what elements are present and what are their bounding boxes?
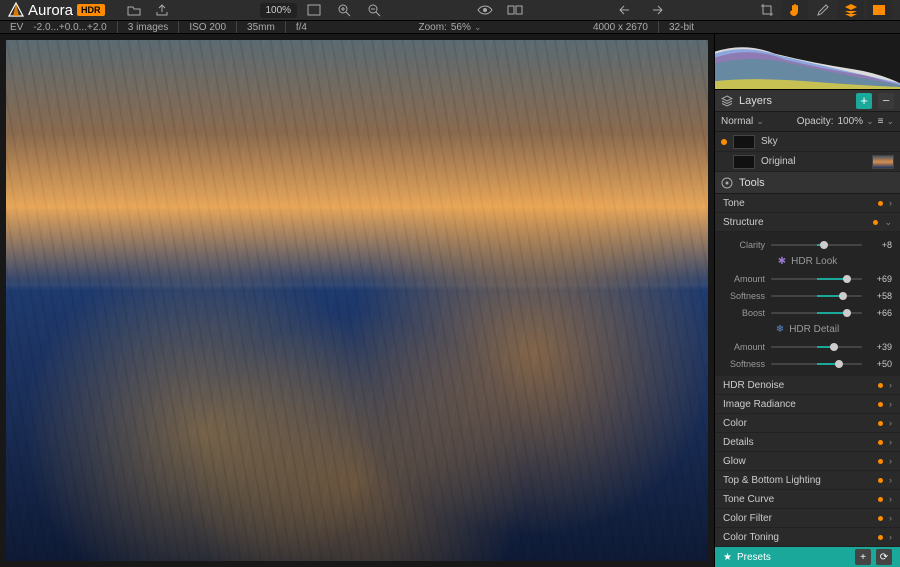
compare-button[interactable] (502, 0, 528, 20)
zoom-in-button[interactable] (331, 0, 357, 20)
undo-button[interactable] (613, 0, 639, 20)
hdr-detail-subheader: ❄HDR Detail (715, 321, 900, 338)
layer-thumb (733, 135, 755, 149)
hdr-look-boost-slider[interactable]: Boost +66 (715, 304, 900, 321)
bit-depth: 32-bit (669, 22, 694, 33)
ev-label: EV (10, 22, 23, 33)
presets-label: Presets (737, 552, 771, 563)
tool-row-color-toning[interactable]: Color Toning› (715, 528, 900, 547)
add-layer-button[interactable]: + (856, 93, 872, 109)
export-button[interactable] (149, 0, 175, 20)
right-panel: Layers + − Normal ⌄ Opacity: 100% ⌄ ≡ ⌄ … (714, 34, 900, 567)
hdr-badge: HDR (77, 4, 105, 16)
layer-row-original[interactable]: Original (715, 152, 900, 172)
image-count: 3 images (128, 22, 169, 33)
layer-preview-thumb (872, 155, 894, 169)
remove-layer-button[interactable]: − (878, 93, 894, 109)
tool-row-color[interactable]: Color› (715, 414, 900, 433)
zoom-100-button[interactable]: 100% (260, 3, 298, 18)
brush-tool-button[interactable] (810, 0, 836, 20)
image-dimensions: 4000 x 2670 (593, 22, 648, 33)
hdr-detail-softness-slider[interactable]: Softness +50 (715, 355, 900, 372)
layers-icon (721, 95, 733, 107)
layers-panel-button[interactable] (838, 0, 864, 20)
tool-row-hdr-denoise[interactable]: HDR Denoise› (715, 376, 900, 395)
layer-row-sky[interactable]: Sky (715, 132, 900, 152)
histogram-panel-button[interactable] (866, 0, 892, 20)
layer-name: Original (761, 156, 795, 167)
crop-tool-button[interactable] (754, 0, 780, 20)
tool-row-tone-curve[interactable]: Tone Curve› (715, 490, 900, 509)
structure-panel: Clarity +8 ✱HDR Look Amount +69 Softness… (715, 232, 900, 376)
tools-header: Tools (715, 172, 900, 194)
app-logo: Aurora HDR (8, 2, 117, 19)
tool-row-tone[interactable]: Tone › (715, 194, 900, 213)
hdr-look-amount-slider[interactable]: Amount +69 (715, 270, 900, 287)
preview-button[interactable] (472, 0, 498, 20)
tools-icon (721, 177, 733, 189)
hdr-detail-amount-slider[interactable]: Amount +39 (715, 338, 900, 355)
focal-length: 35mm (247, 22, 275, 33)
layer-name: Sky (761, 136, 778, 147)
app-name: Aurora (28, 2, 73, 19)
zoom-out-button[interactable] (361, 0, 387, 20)
zoom-label: Zoom: (418, 22, 446, 33)
aperture: f/4 (296, 22, 307, 33)
open-button[interactable] (121, 0, 147, 20)
presets-bar[interactable]: ★ Presets + ⟳ (715, 547, 900, 567)
hdr-look-softness-slider[interactable]: Softness +58 (715, 287, 900, 304)
tools-title: Tools (739, 177, 765, 189)
layers-title: Layers (739, 95, 772, 107)
ev-value: -2.0...+0.0...+2.0 (33, 22, 106, 33)
iso-value: ISO 200 (189, 22, 226, 33)
visibility-dot-icon[interactable] (721, 139, 727, 145)
tool-row-image-radiance[interactable]: Image Radiance› (715, 395, 900, 414)
tool-row-top-bottom-lighting[interactable]: Top & Bottom Lighting› (715, 471, 900, 490)
histogram[interactable] (715, 34, 900, 90)
layer-menu-button[interactable]: ≡ ⌄ (878, 116, 894, 127)
photo-preview[interactable] (6, 40, 708, 561)
opacity-dropdown[interactable]: 100% ⌄ (837, 116, 873, 127)
info-bar: EV -2.0...+0.0...+2.0 3 images ISO 200 3… (0, 21, 900, 34)
hand-tool-button[interactable] (782, 0, 808, 20)
canvas-area[interactable] (0, 34, 714, 567)
clarity-slider[interactable]: Clarity +8 (715, 236, 900, 253)
layer-thumb (733, 155, 755, 169)
blend-mode-dropdown[interactable]: Normal ⌄ (721, 116, 764, 127)
opacity-label: Opacity: (797, 116, 834, 127)
star-icon: ★ (723, 552, 732, 563)
redo-button[interactable] (643, 0, 669, 20)
tool-row-glow[interactable]: Glow› (715, 452, 900, 471)
hdr-look-subheader: ✱HDR Look (715, 253, 900, 270)
tool-row-structure[interactable]: Structure ⌄ (715, 213, 900, 232)
top-toolbar: Aurora HDR 100% (0, 0, 900, 21)
layer-controls: Normal ⌄ Opacity: 100% ⌄ ≡ ⌄ (715, 112, 900, 132)
tool-row-details[interactable]: Details› (715, 433, 900, 452)
fit-screen-button[interactable] (301, 0, 327, 20)
zoom-dropdown[interactable]: 56% ⌄ (451, 22, 482, 33)
layers-header: Layers + − (715, 90, 900, 112)
tool-row-color-filter[interactable]: Color Filter› (715, 509, 900, 528)
